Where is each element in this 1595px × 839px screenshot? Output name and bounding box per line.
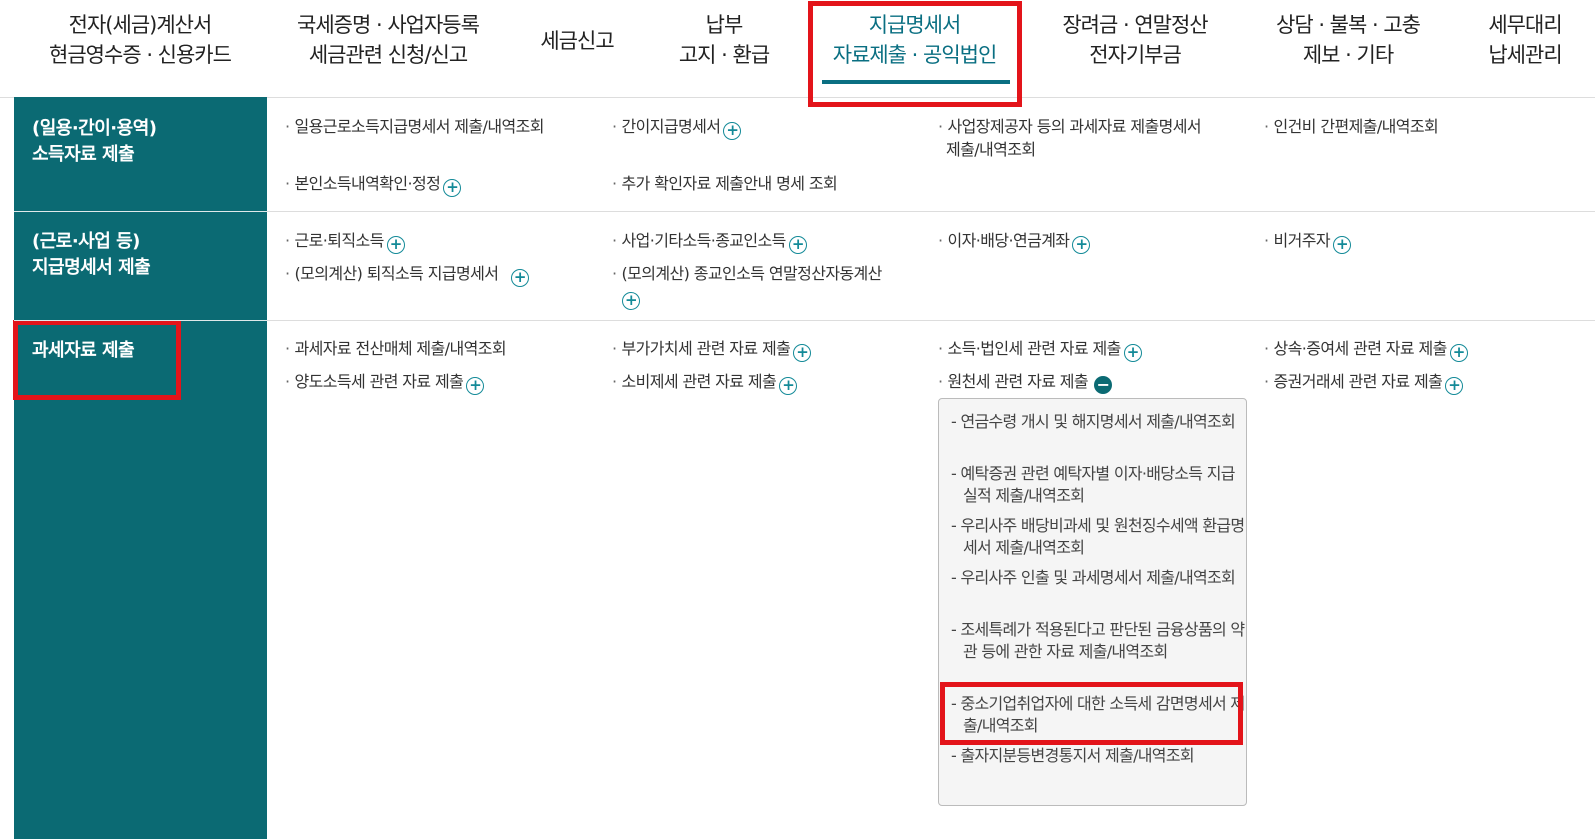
link-media-submission[interactable]: · 과세자료 전산매체 제출/내역조회 <box>285 337 507 360</box>
submenu-item-esop-withdrawal[interactable]: - 우리사주 인출 및 과세명세서 제출/내역조회 <box>951 567 1246 589</box>
link-daily-income[interactable]: · 일용근로소득지급명세서 제출/내역조회 <box>285 115 544 138</box>
nav-certificates[interactable]: 국세증명 · 사업자등록 세금관련 신청/신고 <box>283 10 493 70</box>
plus-icon[interactable]: + <box>793 344 812 362</box>
plus-icon[interactable]: + <box>779 377 798 395</box>
plus-icon[interactable]: + <box>1449 344 1468 362</box>
category-column: (일용·간이·용역) 소득자료 제출 (근로·사업 등) 지급명세서 제출 과세자료… <box>14 97 267 839</box>
plus-icon[interactable]: + <box>386 236 405 254</box>
plus-icon[interactable]: + <box>622 292 640 310</box>
submenu-item-esop-dividend[interactable]: - 우리사주 배당비과세 및 원천징수세액 환급명세서 제출/내역조회 <box>951 515 1246 559</box>
submenu-item-equity-change[interactable]: - 출자지분등변경통지서 제출/내역조회 <box>951 745 1246 767</box>
nav-payment-statements[interactable]: 지급명세서 자료제출 · 공익법인 <box>812 10 1017 70</box>
plus-icon[interactable]: + <box>466 377 485 395</box>
withholding-submenu: - 연금수령 개시 및 해지명세서 제출/내역조회 - 예탁증권 관련 예탁자별… <box>938 398 1247 806</box>
nav-tax-agent[interactable]: 세무대리 납세관리 <box>1470 10 1580 70</box>
link-interest-dividend[interactable]: · 이자·배당·연금계좌 + <box>938 229 1091 254</box>
submenu-item-deposit-securities[interactable]: - 예탁증권 관련 예탁자별 이자·배당소득 지급 실적 제출/내역조회 <box>951 463 1246 507</box>
submenu-item-pension[interactable]: - 연금수령 개시 및 해지명세서 제출/내역조회 <box>951 411 1246 433</box>
link-mock-retirement[interactable]: · (모의계산) 퇴직소득 지급명세서 + <box>285 262 529 287</box>
nav-tax-invoice[interactable]: 전자(세금)계산서 현금영수증 · 신용카드 <box>40 10 240 70</box>
link-business-other[interactable]: · 사업·기타소득·종교인소득 + <box>612 229 807 254</box>
plus-icon[interactable]: + <box>1445 377 1464 395</box>
link-nonresident[interactable]: · 비거주자 + <box>1264 229 1351 254</box>
link-withholding-tax[interactable]: · 원천세 관련 자료 제출 − <box>938 370 1113 394</box>
nav-consultation[interactable]: 상담 · 불복 · 고충 제보 · 기타 <box>1258 10 1438 70</box>
link-inheritance-gift[interactable]: · 상속·증여세 관련 자료 제출 + <box>1264 337 1468 362</box>
link-consumption-tax[interactable]: · 소비제세 관련 자료 제출 + <box>612 370 798 395</box>
link-own-income[interactable]: · 본인소득내역확인·정정 + <box>285 172 462 197</box>
nav-tax-return[interactable]: 세금신고 <box>527 26 627 56</box>
row-divider <box>267 211 1595 212</box>
submenu-item-tax-special[interactable]: - 조세특례가 적용된다고 판단된 금융상품의 약관 등에 관한 자료 제출/내… <box>951 619 1246 671</box>
row-divider <box>267 320 1595 321</box>
top-navigation: 전자(세금)계산서 현금영수증 · 신용카드 국세증명 · 사업자등록 세금관련 신… <box>0 0 1595 98</box>
category-payment-statement[interactable]: (근로·사업 등) 지급명세서 제출 <box>32 229 151 281</box>
link-vat-data[interactable]: · 부가가치세 관련 자료 제출 + <box>612 337 812 362</box>
link-income-corporate[interactable]: · 소득·법인세 관련 자료 제출 + <box>938 337 1142 362</box>
plus-icon[interactable]: + <box>1123 344 1142 362</box>
nav-payment[interactable]: 납부 고지 · 환급 <box>664 10 784 70</box>
submenu-item-sme-employee[interactable]: - 중소기업취업자에 대한 소득세 감면명세서 제출/내역조회 <box>951 693 1246 737</box>
active-tab-underline <box>822 80 1010 84</box>
plus-icon[interactable]: + <box>1072 236 1091 254</box>
link-additional-check[interactable]: · 추가 확인자료 제출안내 명세 조회 <box>612 172 838 195</box>
link-business-provider[interactable]: · 사업장제공자 등의 과세자료 제출명세서 제출/내역조회 <box>938 115 1202 161</box>
plus-icon[interactable]: + <box>443 179 462 197</box>
category-divider <box>14 211 267 212</box>
plus-icon[interactable]: + <box>723 122 742 140</box>
link-transfer-income[interactable]: · 양도소득세 관련 자료 제출 + <box>285 370 485 395</box>
plus-icon[interactable]: + <box>1332 236 1351 254</box>
category-divider <box>14 320 267 321</box>
nav-incentives[interactable]: 장려금 · 연말정산 전자기부금 <box>1040 10 1230 70</box>
link-securities-tax[interactable]: · 증권거래세 관련 자료 제출 + <box>1264 370 1464 395</box>
link-simple-statement[interactable]: · 간이지급명세서 + <box>612 115 742 140</box>
link-mock-religious[interactable]: · (모의계산) 종교인소득 연말정산자동계산 + <box>612 262 882 310</box>
minus-icon[interactable]: − <box>1094 376 1113 394</box>
category-tax-data[interactable]: 과세자료 제출 <box>32 338 135 364</box>
plus-icon[interactable]: + <box>510 269 529 287</box>
link-labor-cost[interactable]: · 인건비 간편제출/내역조회 <box>1264 115 1439 138</box>
link-earned-retirement[interactable]: · 근로·퇴직소득 + <box>285 229 405 254</box>
plus-icon[interactable]: + <box>788 236 807 254</box>
category-income-data[interactable]: (일용·간이·용역) 소득자료 제출 <box>32 116 157 168</box>
